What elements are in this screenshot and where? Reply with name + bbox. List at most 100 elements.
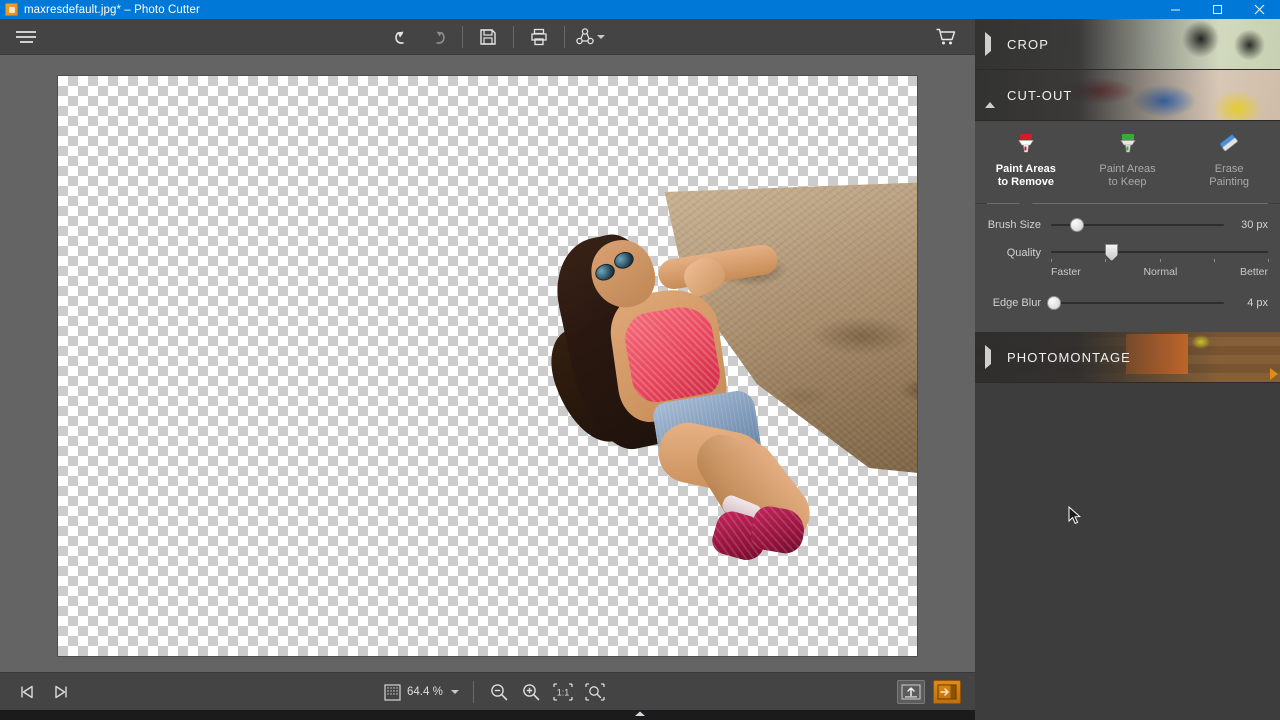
minimize-button[interactable]: [1154, 0, 1196, 19]
share-button[interactable]: [573, 22, 607, 52]
tool-label-line1: Paint Areas: [1099, 163, 1156, 175]
collapse-arrow: [985, 88, 997, 108]
next-image-button[interactable]: [46, 678, 76, 706]
section-cutout[interactable]: CUT-OUT: [975, 70, 1280, 121]
panel-toggle-button[interactable]: [933, 680, 961, 704]
hamburger-line: [19, 40, 33, 43]
chevron-up-icon: [635, 711, 645, 716]
share-icon: [576, 28, 594, 45]
tool-label-erase: Erase Painting: [1209, 163, 1249, 189]
redo-button[interactable]: [420, 22, 454, 52]
fit-screen-icon: [585, 683, 605, 701]
bottombar-divider: [472, 681, 474, 703]
export-upload-icon: [901, 684, 921, 700]
edge-blur-label: Edge Blur: [992, 297, 1041, 309]
zoom-area-icon: [384, 683, 401, 701]
maximize-button[interactable]: [1196, 0, 1238, 19]
tool-label-line2: Painting: [1209, 176, 1250, 188]
blue-eraser-icon: [1216, 131, 1242, 157]
chevron-down-icon: [597, 35, 605, 39]
photo-cutter-window: maxresdefault.jpg* – Photo Cutter 64.4 %…: [0, 0, 1280, 720]
bottom-status-bar: 64.4 % 1:1: [0, 672, 975, 710]
brush-size-slider[interactable]: [1051, 216, 1224, 234]
brush-size-row: Brush Size 30 px: [987, 214, 1268, 236]
quality-tick-labels: Faster Normal Better: [1051, 266, 1268, 278]
toolbar-divider: [513, 26, 514, 48]
main-toolbar: [0, 19, 975, 55]
toolbar-divider: [462, 26, 463, 48]
brush-size-value: 30 px: [1241, 219, 1268, 231]
panel-right-icon: [937, 684, 957, 700]
quality-label-faster: Faster: [1051, 266, 1081, 278]
zoom-level-value: 64.4 %: [407, 686, 443, 698]
right-panel: CROP CUT-OUT Paint Areas to Remove Paint…: [975, 19, 1280, 720]
tool-label-line2: to Remove: [997, 176, 1054, 188]
expand-arrow: [985, 345, 997, 369]
first-image-button[interactable]: [12, 678, 42, 706]
tick: [1105, 259, 1107, 262]
tick: [1213, 259, 1215, 262]
skip-previous-icon: [21, 685, 33, 698]
slider-track: [1051, 302, 1224, 304]
window-controls: [1154, 0, 1280, 19]
close-icon: [1254, 4, 1264, 15]
tick: [1268, 259, 1269, 262]
hamburger-line: [16, 35, 36, 38]
zoom-level-selector[interactable]: 64.4 %: [380, 683, 463, 701]
image-canvas[interactable]: [58, 76, 917, 656]
skip-next-icon: [55, 685, 67, 698]
zoom-out-button[interactable]: [484, 678, 514, 706]
fit-to-screen-button[interactable]: [580, 678, 610, 706]
zoom-controls: 64.4 % 1:1: [380, 673, 610, 711]
quality-label-normal: Normal: [1143, 266, 1178, 278]
chevron-down-icon: [450, 690, 459, 694]
slider-track: [1051, 251, 1268, 253]
undo-icon: [395, 31, 404, 44]
save-button[interactable]: [471, 22, 505, 52]
section-crop[interactable]: CROP: [975, 19, 1280, 70]
section-crop-label: CROP: [1007, 36, 1049, 52]
slider-knob[interactable]: [1047, 296, 1062, 310]
menu-button[interactable]: [0, 19, 52, 55]
title-bar: maxresdefault.jpg* – Photo Cutter: [0, 0, 1280, 19]
edge-blur-slider[interactable]: [1047, 294, 1224, 312]
zoom-in-icon: [523, 684, 540, 701]
taskbar-show-hidden-icons[interactable]: [632, 707, 648, 720]
quality-label-better: Better: [1239, 266, 1268, 278]
red-marker-icon: [1013, 131, 1039, 157]
tool-erase-painting[interactable]: Erase Painting: [1178, 131, 1280, 203]
one-to-one-icon: 1:1: [553, 683, 573, 701]
print-button[interactable]: [522, 22, 556, 52]
edge-blur-row: Edge Blur 4 px: [987, 292, 1268, 314]
print-icon: [531, 28, 547, 46]
chevron-right-icon: [985, 32, 991, 56]
actual-size-button[interactable]: 1:1: [548, 678, 578, 706]
image-navigation: [0, 678, 76, 706]
undo-button[interactable]: [386, 22, 420, 52]
app-icon: [5, 3, 18, 16]
quality-ticks: [1051, 259, 1269, 263]
zoom-out-icon: [491, 684, 508, 701]
one-to-one-label: 1:1: [557, 688, 570, 698]
tool-paint-areas-to-keep[interactable]: Paint Areas to Keep: [1077, 131, 1179, 203]
section-photomontage[interactable]: PHOTOMONTAGE: [975, 332, 1280, 383]
export-button[interactable]: [897, 680, 925, 704]
quality-label: Quality: [1006, 247, 1041, 259]
cart-button[interactable]: [929, 22, 963, 52]
edge-blur-value: 4 px: [1247, 297, 1268, 309]
workspace[interactable]: [0, 55, 975, 672]
cutout-subject-image: [58, 76, 917, 656]
green-marker-icon: [1115, 131, 1141, 157]
minimize-icon: [1170, 9, 1180, 11]
quality-slider[interactable]: [1051, 244, 1269, 263]
chevron-up-icon: [985, 88, 995, 108]
slider-knob[interactable]: [1069, 218, 1084, 232]
cart-icon: [936, 28, 956, 45]
brush-size-label: Brush Size: [987, 219, 1041, 231]
section-cutout-label: CUT-OUT: [1007, 87, 1073, 103]
panel-collapse-arrow[interactable]: [1268, 363, 1280, 385]
zoom-in-button[interactable]: [516, 678, 546, 706]
tool-paint-areas-to-remove[interactable]: Paint Areas to Remove: [975, 131, 1077, 203]
expand-arrow: [985, 32, 997, 56]
close-button[interactable]: [1238, 0, 1280, 19]
